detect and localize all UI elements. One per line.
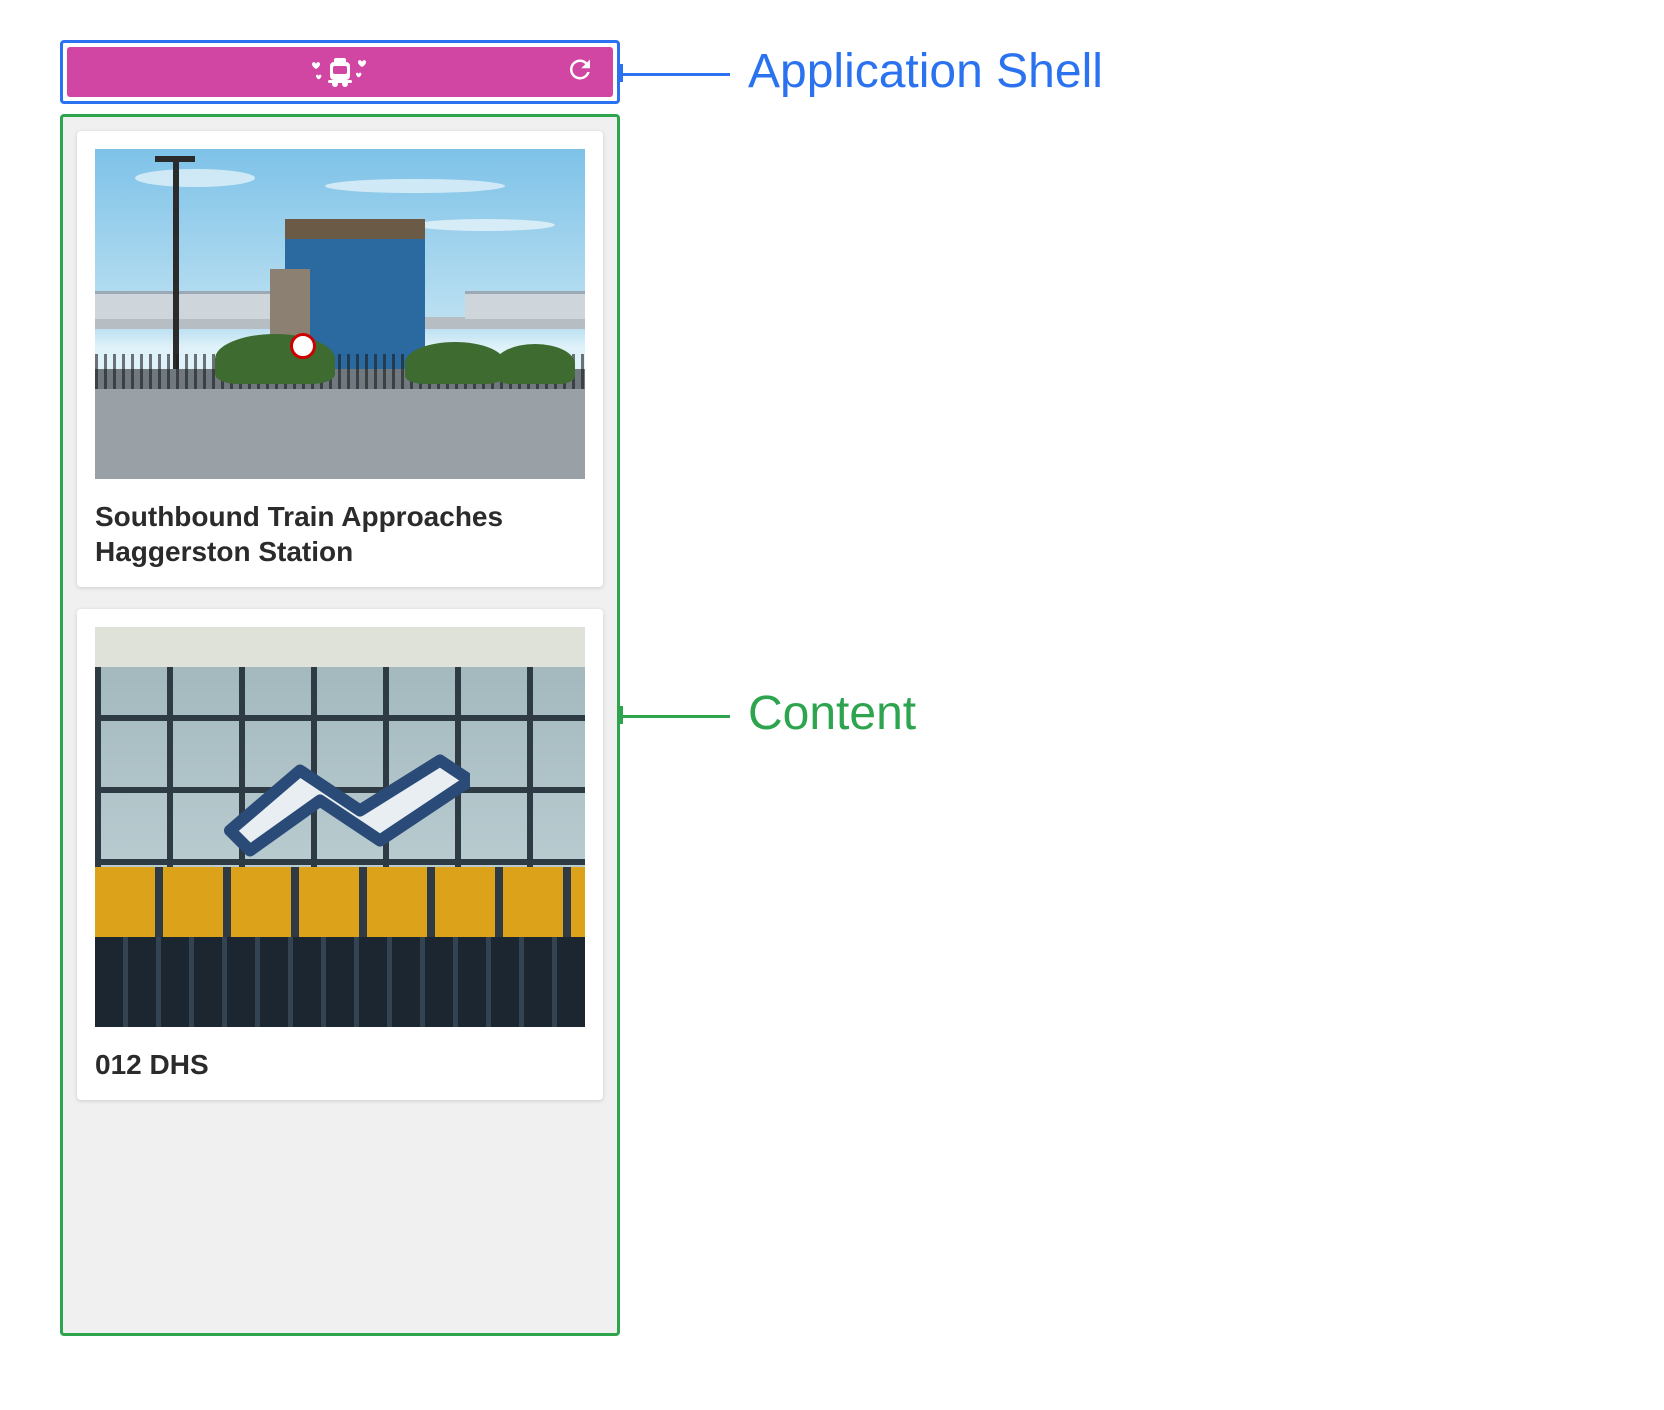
refresh-icon — [565, 55, 595, 85]
app-logo — [304, 54, 376, 90]
card-title: 012 DHS — [95, 1047, 585, 1082]
station-logo-icon — [210, 736, 470, 871]
content-connector — [620, 715, 730, 718]
content-card[interactable]: 012 DHS — [77, 609, 603, 1100]
shell-annotation-label: Application Shell — [748, 44, 1103, 99]
card-image — [95, 149, 585, 479]
card-title: Southbound Train Approaches Haggerston S… — [95, 499, 585, 569]
content-card[interactable]: Southbound Train Approaches Haggerston S… — [77, 131, 603, 587]
content-annotation-label: Content — [748, 686, 916, 741]
header-bar — [67, 47, 613, 97]
refresh-button[interactable] — [565, 55, 595, 90]
content-area: Southbound Train Approaches Haggerston S… — [60, 114, 620, 1336]
app-shell — [60, 40, 620, 104]
train-hearts-icon — [304, 54, 376, 90]
shell-connector — [620, 73, 730, 76]
card-image — [95, 627, 585, 1027]
phone-mock: Southbound Train Approaches Haggerston S… — [60, 40, 620, 1336]
